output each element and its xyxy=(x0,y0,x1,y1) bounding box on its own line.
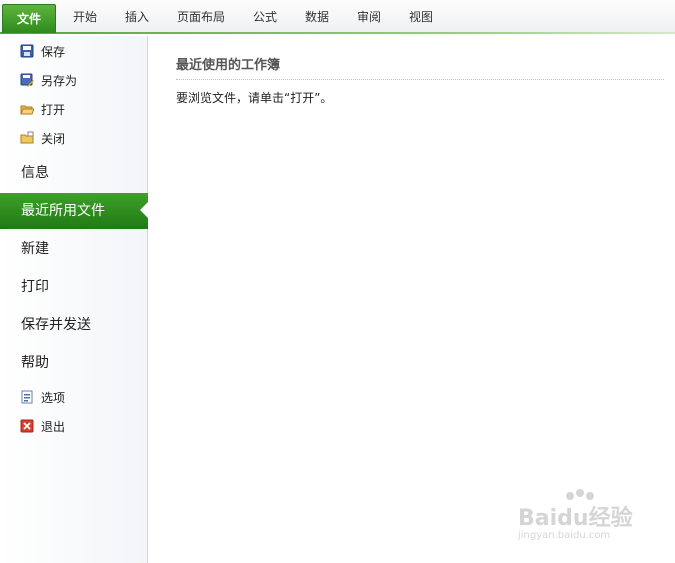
section-title: 最近使用的工作簿 xyxy=(176,54,664,80)
category-help[interactable]: 帮助 xyxy=(0,345,148,381)
tab-view[interactable]: 视图 xyxy=(396,0,446,34)
ribbon-tab-bar: 文件 开始 插入 页面布局 公式 数据 审阅 视图 xyxy=(0,0,675,34)
tab-home[interactable]: 开始 xyxy=(60,0,110,34)
baidu-watermark: Baidu经验 jingyan.baidu.com xyxy=(514,488,644,548)
backstage-sidebar: 保存 另存为 打开 关闭 信息 最近所用文件 新建 打印 保存并发送 帮助 选项 xyxy=(0,36,148,563)
backstage-main: 最近使用的工作簿 要浏览文件，请单击“打开”。 xyxy=(148,36,675,563)
save-as-icon xyxy=(20,73,34,87)
save-command[interactable]: 保存 xyxy=(20,41,65,63)
save-command-label: 保存 xyxy=(41,45,66,59)
category-recent[interactable]: 最近所用文件 xyxy=(0,193,148,229)
selection-pointer xyxy=(140,201,149,219)
watermark-url: jingyan.baidu.com xyxy=(518,530,611,541)
close-folder-icon xyxy=(20,131,34,144)
close-command[interactable]: 关闭 xyxy=(20,128,65,150)
hint-text: 要浏览文件，请单击“打开”。 xyxy=(176,91,333,105)
save-icon xyxy=(20,44,34,58)
open-folder-icon xyxy=(20,105,34,115)
exit-icon xyxy=(20,419,34,433)
category-new[interactable]: 新建 xyxy=(0,231,148,267)
options-icon xyxy=(21,390,33,404)
options-command[interactable]: 选项 xyxy=(20,387,65,409)
open-command-label: 打开 xyxy=(41,103,66,117)
tab-file[interactable]: 文件 xyxy=(2,4,56,33)
save-as-command-label: 另存为 xyxy=(41,74,78,88)
exit-command-label: 退出 xyxy=(41,420,66,434)
category-print[interactable]: 打印 xyxy=(0,269,148,305)
watermark-brand: Baidu经验 xyxy=(518,506,633,531)
save-as-command[interactable]: 另存为 xyxy=(20,70,77,92)
category-save-send[interactable]: 保存并发送 xyxy=(0,307,148,343)
category-info[interactable]: 信息 xyxy=(0,155,148,191)
tab-insert[interactable]: 插入 xyxy=(112,0,162,34)
tab-review[interactable]: 审阅 xyxy=(344,0,394,34)
open-command[interactable]: 打开 xyxy=(20,99,65,121)
options-command-label: 选项 xyxy=(41,391,66,405)
tab-page-layout[interactable]: 页面布局 xyxy=(166,0,236,34)
tab-data[interactable]: 数据 xyxy=(292,0,342,34)
exit-command[interactable]: 退出 xyxy=(20,416,65,438)
close-command-label: 关闭 xyxy=(41,132,66,146)
tab-formulas[interactable]: 公式 xyxy=(240,0,290,34)
